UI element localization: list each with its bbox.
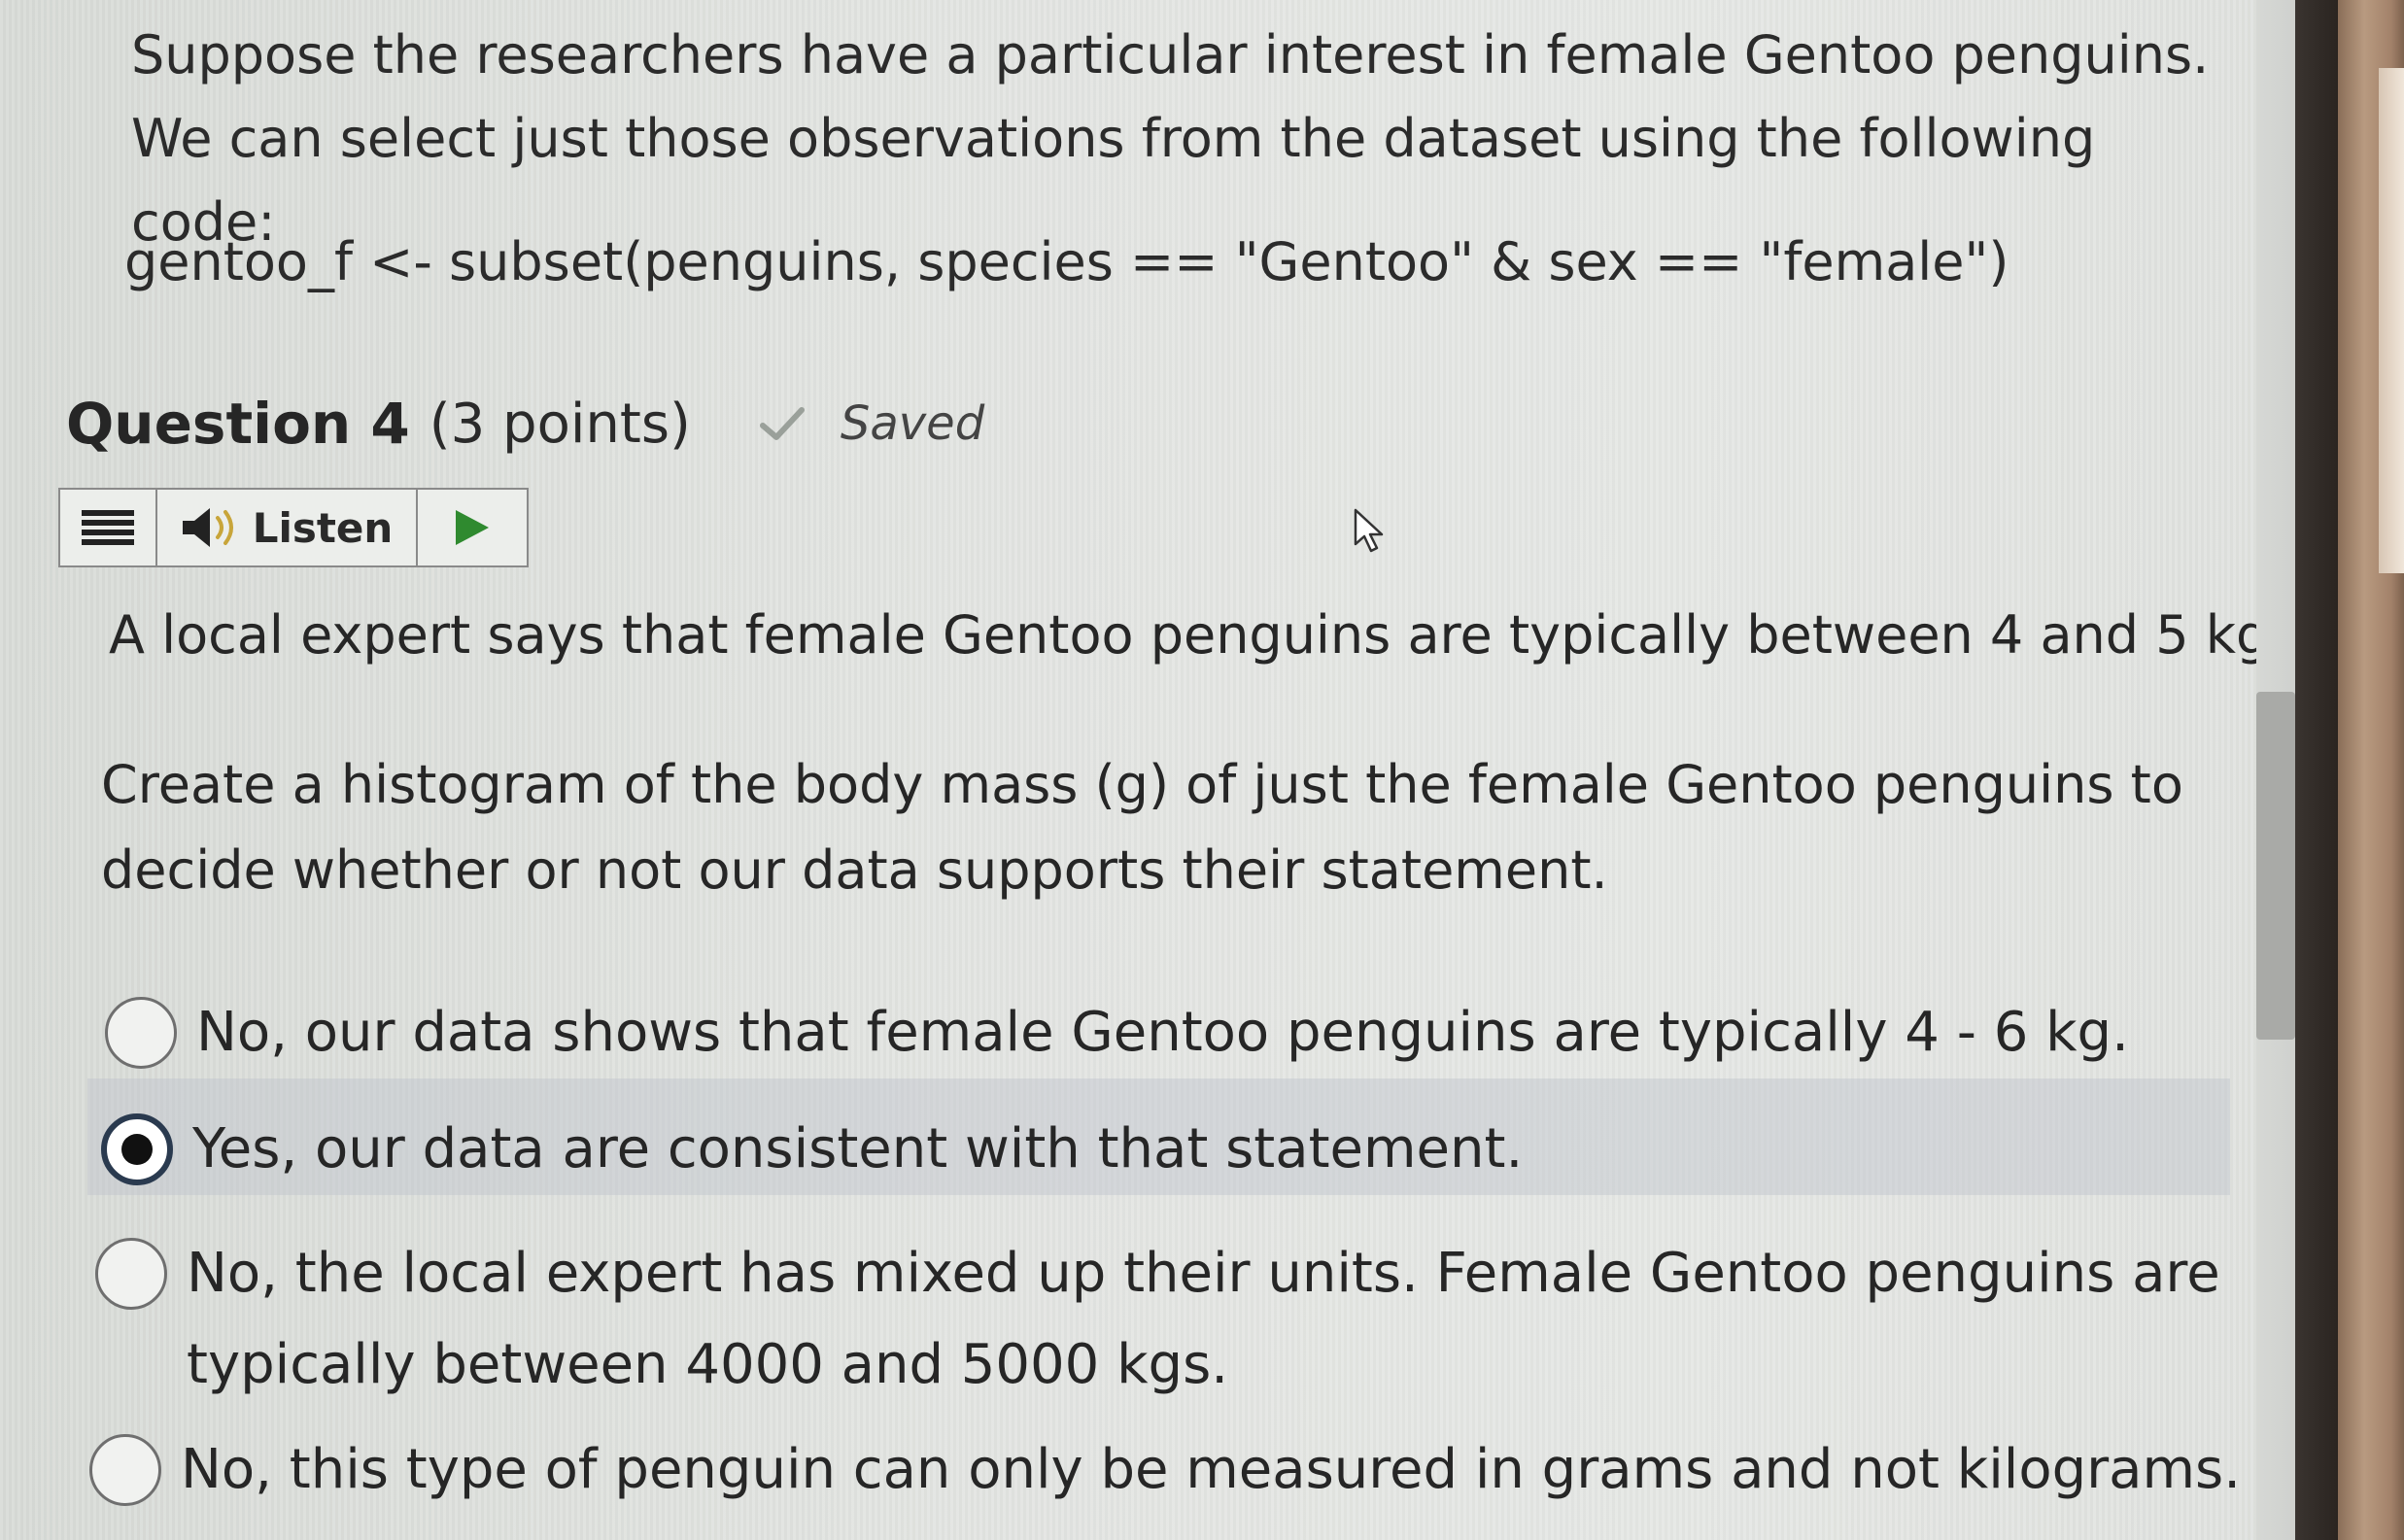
answer-label: No, the local expert has mixed up their …: [187, 1242, 2220, 1396]
radio-button[interactable]: [95, 1238, 167, 1310]
answer-option-1[interactable]: No, our data shows that female Gentoo pe…: [105, 997, 2129, 1078]
saved-status: Saved: [840, 396, 985, 451]
answer-option-2[interactable]: Yes, our data are consistent with that s…: [101, 1113, 1523, 1195]
code-snippet: gentoo_f <- subset(penguins, species == …: [124, 231, 2009, 292]
listen-label: Listen: [252, 503, 394, 552]
monitor-bezel: [2295, 0, 2338, 1540]
speaker-icon: [182, 508, 233, 547]
play-icon: [456, 510, 489, 545]
radio-dot: [121, 1134, 153, 1165]
question-header: Question 4 (3 points) Saved: [66, 385, 984, 462]
answer-label: Yes, our data are consistent with that s…: [192, 1117, 1524, 1181]
answer-option-4[interactable]: No, this type of penguin can only be mea…: [89, 1434, 2241, 1516]
instruction-text: Create a histogram of the body mass (g) …: [101, 754, 2183, 901]
expert-statement: A local expert says that female Gentoo p…: [109, 604, 2286, 666]
scrollbar-thumb[interactable]: [2256, 692, 2295, 1040]
intro-text: Suppose the researchers have a particula…: [131, 24, 2210, 253]
menu-button[interactable]: [60, 490, 157, 565]
background-object: [2379, 68, 2404, 573]
mouse-cursor-icon: [1354, 508, 1384, 553]
answer-label: No, our data shows that female Gentoo pe…: [196, 1001, 2129, 1064]
question-points: (3 points): [429, 392, 691, 456]
radio-button[interactable]: [89, 1434, 161, 1506]
question-title: Question 4: [66, 391, 410, 457]
radio-button-selected[interactable]: [101, 1113, 173, 1185]
radio-button[interactable]: [105, 997, 177, 1069]
answer-label: No, this type of penguin can only be mea…: [181, 1438, 2241, 1501]
check-icon: [759, 407, 805, 440]
listen-button[interactable]: Listen: [157, 490, 418, 565]
listen-toolbar: Listen: [58, 488, 529, 567]
answer-option-3[interactable]: No, the local expert has mixed up their …: [95, 1238, 2233, 1411]
play-button[interactable]: [418, 490, 527, 565]
menu-icon: [82, 510, 134, 545]
